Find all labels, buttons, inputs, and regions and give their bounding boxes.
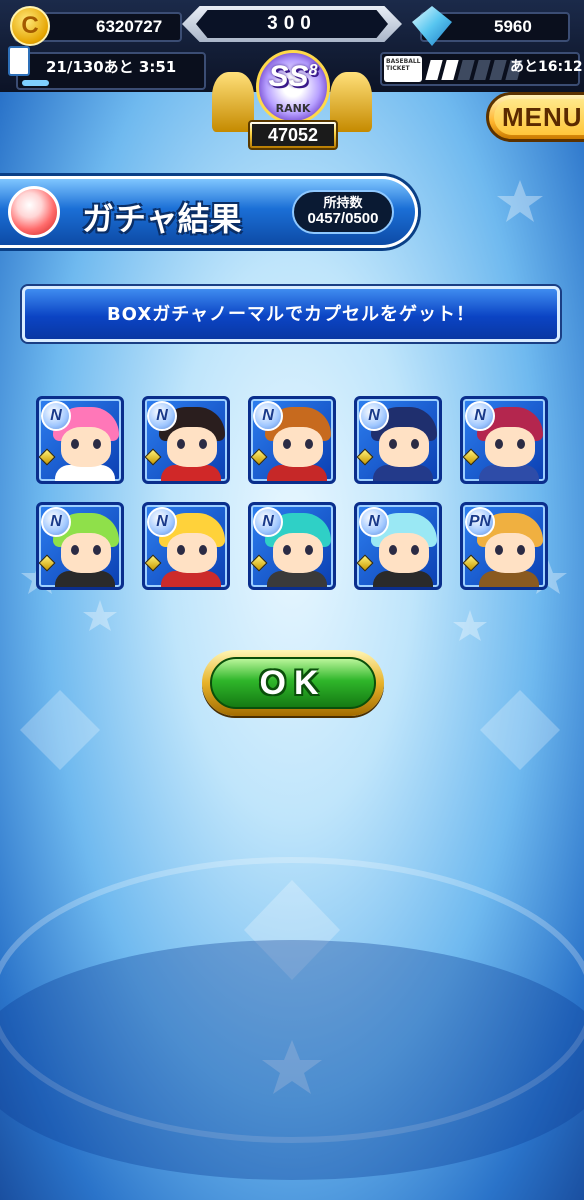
rarity-badge: N (41, 507, 71, 537)
character-card[interactable]: N (142, 396, 230, 484)
character-eye (71, 439, 79, 449)
character-eye (199, 439, 207, 449)
character-face (273, 427, 323, 467)
owned-count-value: 0457/0500 (307, 210, 379, 227)
diamond-icon (145, 554, 162, 572)
character-face (61, 427, 111, 467)
diamond-icon (463, 554, 480, 572)
character-eye (517, 545, 525, 555)
diamond-icon (357, 554, 374, 572)
character-body (161, 571, 221, 587)
rarity-badge: PN (465, 507, 495, 537)
rarity-badge: N (41, 401, 71, 431)
stamina-icon (8, 46, 30, 76)
result-message: BOXガチャノーマルでカプセルをゲット！ (106, 304, 476, 325)
character-eye (71, 545, 79, 555)
menu-button-label[interactable]: MENU (494, 99, 584, 135)
rank-label: RANK (275, 102, 311, 115)
character-eye (93, 545, 101, 555)
character-eye (283, 439, 291, 449)
character-face (379, 533, 429, 573)
owned-count-label: 所持数 (323, 196, 363, 211)
diamond-icon (251, 448, 268, 466)
character-face (485, 427, 535, 467)
character-eye (93, 439, 101, 449)
character-body (55, 571, 115, 587)
ticket-bar (489, 60, 507, 80)
character-card[interactable]: N (248, 396, 336, 484)
character-body (479, 571, 539, 587)
diamond-icon (463, 448, 480, 466)
character-eye (199, 545, 207, 555)
rank-points: 47052 (252, 124, 334, 146)
character-face (379, 427, 429, 467)
ticket-bar (425, 60, 443, 80)
character-card[interactable]: N (248, 502, 336, 590)
ticket-icon: BASEBALL TICKET (384, 56, 422, 82)
rank-emblem[interactable]: SS8 RANK 47052 (212, 44, 372, 159)
capsule-icon (8, 186, 60, 238)
character-body (267, 465, 327, 481)
ticket-bar (457, 60, 475, 80)
rank-grade-text: SS (268, 60, 309, 93)
character-card[interactable]: N (36, 502, 124, 590)
diamond-icon (39, 448, 56, 466)
center-counter-value: 300 (196, 10, 388, 38)
rank-sub: 8 (308, 62, 318, 79)
character-face (167, 533, 217, 573)
character-face (273, 533, 323, 573)
character-card[interactable]: N (36, 396, 124, 484)
rarity-badge: N (253, 401, 283, 431)
coin-icon: C (10, 6, 50, 46)
character-eye (283, 545, 291, 555)
character-eye (495, 545, 503, 555)
character-body (373, 465, 433, 481)
rarity-badge: N (253, 507, 283, 537)
gem-value: 5960 (494, 17, 532, 36)
stamina-progress-bar (22, 80, 49, 86)
character-body (267, 571, 327, 587)
character-eye (177, 545, 185, 555)
ticket-bar (441, 60, 459, 80)
character-body (55, 465, 115, 481)
diamond-icon (145, 448, 162, 466)
ticket-bar (473, 60, 491, 80)
character-face (61, 533, 111, 573)
character-eye (411, 439, 419, 449)
character-card[interactable]: N (142, 502, 230, 590)
character-card[interactable]: N (460, 396, 548, 484)
page-title: ガチャ結果 (82, 200, 242, 238)
stamina-text: 21/130あと 3:51 (46, 58, 177, 76)
diamond-icon (39, 554, 56, 572)
ok-button[interactable]: OK (210, 657, 376, 709)
coin-value: 6320727 (96, 17, 163, 36)
character-body (373, 571, 433, 587)
character-eye (389, 545, 397, 555)
character-face (167, 427, 217, 467)
ticket-bars (425, 60, 523, 80)
character-eye (389, 439, 397, 449)
character-body (161, 465, 221, 481)
diamond-icon (357, 448, 374, 466)
rarity-badge: N (147, 401, 177, 431)
rarity-badge: N (359, 507, 389, 537)
character-eye (411, 545, 419, 555)
diamond-icon (251, 554, 268, 572)
character-eye (305, 439, 313, 449)
character-eye (305, 545, 313, 555)
rank-grade: SS8 (256, 60, 330, 94)
rarity-badge: N (147, 507, 177, 537)
character-face (485, 533, 535, 573)
character-card[interactable]: N (354, 396, 442, 484)
character-eye (177, 439, 185, 449)
character-eye (495, 439, 503, 449)
character-eye (517, 439, 525, 449)
rarity-badge: N (465, 401, 495, 431)
rarity-badge: N (359, 401, 389, 431)
character-body (479, 465, 539, 481)
character-card[interactable]: N (354, 502, 442, 590)
character-card[interactable]: PN (460, 502, 548, 590)
ticket-timer: あと16:12 (510, 59, 583, 75)
